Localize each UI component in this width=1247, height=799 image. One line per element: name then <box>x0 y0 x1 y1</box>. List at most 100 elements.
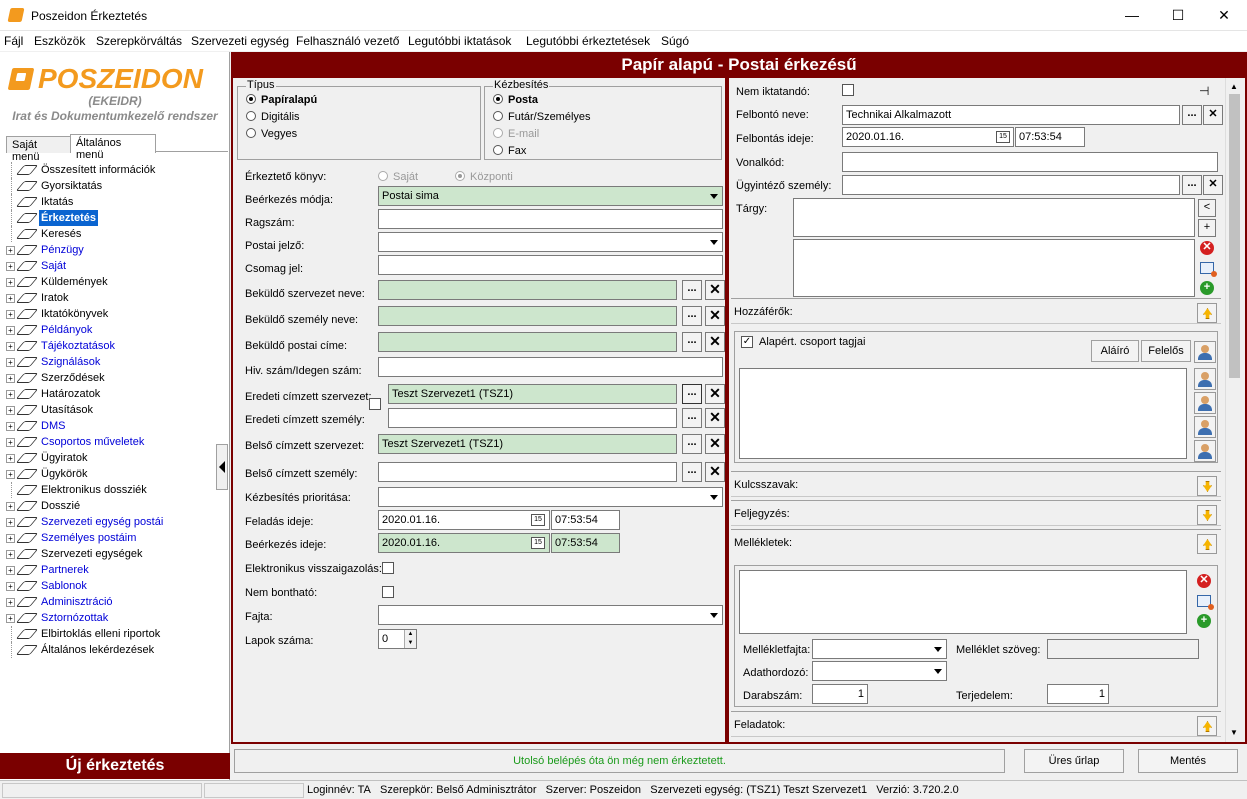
tree-item[interactable]: + Szervezeti egységek <box>4 546 228 562</box>
felbonto-browse-button[interactable]: ... <box>1182 105 1202 125</box>
hozzaferok-toggle-button[interactable] <box>1197 303 1217 323</box>
eredeti-szemely-clear-button[interactable]: ✕ <box>705 408 725 428</box>
postai-jelzo-select[interactable] <box>378 232 723 252</box>
tree-item-label[interactable]: Szignálások <box>41 354 100 370</box>
belso-szerv-browse-button[interactable]: ... <box>682 434 702 454</box>
tree-item-label[interactable]: Adminisztráció <box>41 594 113 610</box>
ugyintezo-clear-button[interactable]: ✕ <box>1203 175 1223 195</box>
tree-item[interactable]: + Tájékoztatások <box>4 338 228 354</box>
tree-item[interactable]: + Szignálások <box>4 354 228 370</box>
eredeti-szemely-browse-button[interactable]: ... <box>682 408 702 428</box>
tree-item[interactable]: Általános lekérdezések <box>4 642 228 658</box>
targy-add-button[interactable]: + <box>1198 219 1216 237</box>
tree-item-label[interactable]: Ügykörök <box>41 466 87 482</box>
tree-item-label[interactable]: Elbirtoklás elleni riportok <box>41 626 160 642</box>
tree-item[interactable]: + DMS <box>4 418 228 434</box>
alairo-button[interactable]: Aláíró <box>1091 340 1139 362</box>
tree-item-label[interactable]: Gyorsiktatás <box>41 178 102 194</box>
user-group-icon[interactable] <box>1194 392 1216 414</box>
tree-item[interactable]: + Szerződések <box>4 370 228 386</box>
tree-item[interactable]: + Saját <box>4 258 228 274</box>
prioritas-select[interactable] <box>378 487 723 507</box>
window-icon[interactable] <box>1200 262 1217 277</box>
expand-icon[interactable]: + <box>6 390 15 399</box>
radio-sajat[interactable]: Saját <box>378 171 418 183</box>
csomag-jel-input[interactable] <box>378 255 723 275</box>
tree-item-label[interactable]: Pénzügy <box>41 242 84 258</box>
felbonto-clear-button[interactable]: ✕ <box>1203 105 1223 125</box>
tree-item-label[interactable]: Saját <box>41 258 66 274</box>
tree-item-label[interactable]: Elektronikus dossziék <box>41 482 147 498</box>
menu-legutobbi-erkeztetesek[interactable]: Legutóbbi érkeztetések <box>526 34 650 48</box>
tree-item[interactable]: + Dosszié <box>4 498 228 514</box>
expand-icon[interactable]: + <box>6 374 15 383</box>
expand-icon[interactable]: + <box>6 326 15 335</box>
radio-posta[interactable]: Posta <box>493 94 538 106</box>
tree-item[interactable]: + Szervezeti egység postái <box>4 514 228 530</box>
expand-icon[interactable]: + <box>6 262 15 271</box>
tree-item-label[interactable]: Határozatok <box>41 386 100 402</box>
expand-icon[interactable]: + <box>6 598 15 607</box>
feladatok-toggle-button[interactable] <box>1197 716 1217 736</box>
tree-item[interactable]: + Sablonok <box>4 578 228 594</box>
melleklet-add-icon[interactable]: + <box>1197 614 1211 628</box>
expand-icon[interactable]: + <box>6 582 15 591</box>
tree-item-label[interactable]: Tájékoztatások <box>41 338 115 354</box>
tab-altalanos-menu[interactable]: Általános menü <box>70 134 156 161</box>
user-edit-icon[interactable] <box>1194 440 1216 462</box>
eredeti-cimzett-checkbox[interactable] <box>369 398 381 410</box>
collapse-panel-button[interactable] <box>216 444 228 490</box>
belso-szemely-input[interactable] <box>378 462 677 482</box>
mellekletek-list[interactable] <box>739 570 1187 634</box>
radio-papiralapu[interactable]: Papíralapú <box>246 94 317 106</box>
vonalkod-input[interactable] <box>842 152 1218 172</box>
tree-item-label[interactable]: Csoportos műveletek <box>41 434 144 450</box>
tree-item[interactable]: + Küldemények <box>4 274 228 290</box>
nem-bonthato-checkbox[interactable] <box>382 586 394 598</box>
expand-icon[interactable]: + <box>6 358 15 367</box>
expand-icon[interactable]: + <box>6 470 15 479</box>
bekuldo-szerv-browse-button[interactable]: ... <box>682 280 702 300</box>
tree-item-label[interactable]: Utasítások <box>41 402 93 418</box>
home-user-icon[interactable] <box>1194 341 1216 363</box>
menu-fajl[interactable]: Fájl <box>4 34 23 48</box>
close-window-button[interactable]: ✕ <box>1201 0 1247 31</box>
ragszam-input[interactable] <box>378 209 723 229</box>
tree-item[interactable]: + Határozatok <box>4 386 228 402</box>
fajta-select[interactable] <box>378 605 723 625</box>
mentes-button[interactable]: Mentés <box>1138 749 1238 773</box>
tree-item[interactable]: Érkeztetés <box>4 210 228 226</box>
pin-icon[interactable]: ⊣ <box>1199 84 1209 98</box>
feladas-calendar-icon[interactable]: 15 <box>531 514 545 526</box>
bekuldo-szemely-clear-button[interactable]: ✕ <box>705 306 725 326</box>
expand-icon[interactable]: + <box>6 310 15 319</box>
tree-item-label[interactable]: Sablonok <box>41 578 87 594</box>
alapert-checkbox[interactable]: ✓ <box>741 336 753 348</box>
radio-vegyes[interactable]: Vegyes <box>246 128 297 140</box>
ugyintezo-browse-button[interactable]: ... <box>1182 175 1202 195</box>
expand-icon[interactable]: + <box>6 550 15 559</box>
melleklet-window-icon[interactable] <box>1197 595 1214 610</box>
nem-iktatando-checkbox[interactable] <box>842 84 854 96</box>
tree-item-label[interactable]: Iratok <box>41 290 69 306</box>
tree-item-label[interactable]: Dosszié <box>41 498 80 514</box>
expand-icon[interactable]: + <box>6 454 15 463</box>
expand-icon[interactable]: + <box>6 278 15 287</box>
tab-sajat-menu[interactable]: Saját menü <box>6 136 71 163</box>
radio-futar[interactable]: Futár/Személyes <box>493 111 591 123</box>
expand-icon[interactable]: + <box>6 566 15 575</box>
menu-eszkozok[interactable]: Eszközök <box>34 34 85 48</box>
belso-szemely-browse-button[interactable]: ... <box>682 462 702 482</box>
mellekletfajta-select[interactable] <box>812 639 947 659</box>
new-erkeztetes-button[interactable]: Új érkeztetés <box>0 753 230 779</box>
tree-item[interactable]: + Utasítások <box>4 402 228 418</box>
menu-legutobbi-iktatasok[interactable]: Legutóbbi iktatások <box>408 34 511 48</box>
feladas-date-input[interactable]: 2020.01.16. <box>378 510 550 530</box>
beerkezes-calendar-icon[interactable]: 15 <box>531 537 545 549</box>
bekuldo-cim-clear-button[interactable]: ✕ <box>705 332 725 352</box>
expand-icon[interactable]: + <box>6 342 15 351</box>
targy-input[interactable] <box>793 198 1195 237</box>
delete-icon[interactable]: ✕ <box>1200 241 1214 255</box>
bekuldo-szerv-input[interactable] <box>378 280 677 300</box>
melleklet-delete-icon[interactable]: ✕ <box>1197 574 1211 588</box>
